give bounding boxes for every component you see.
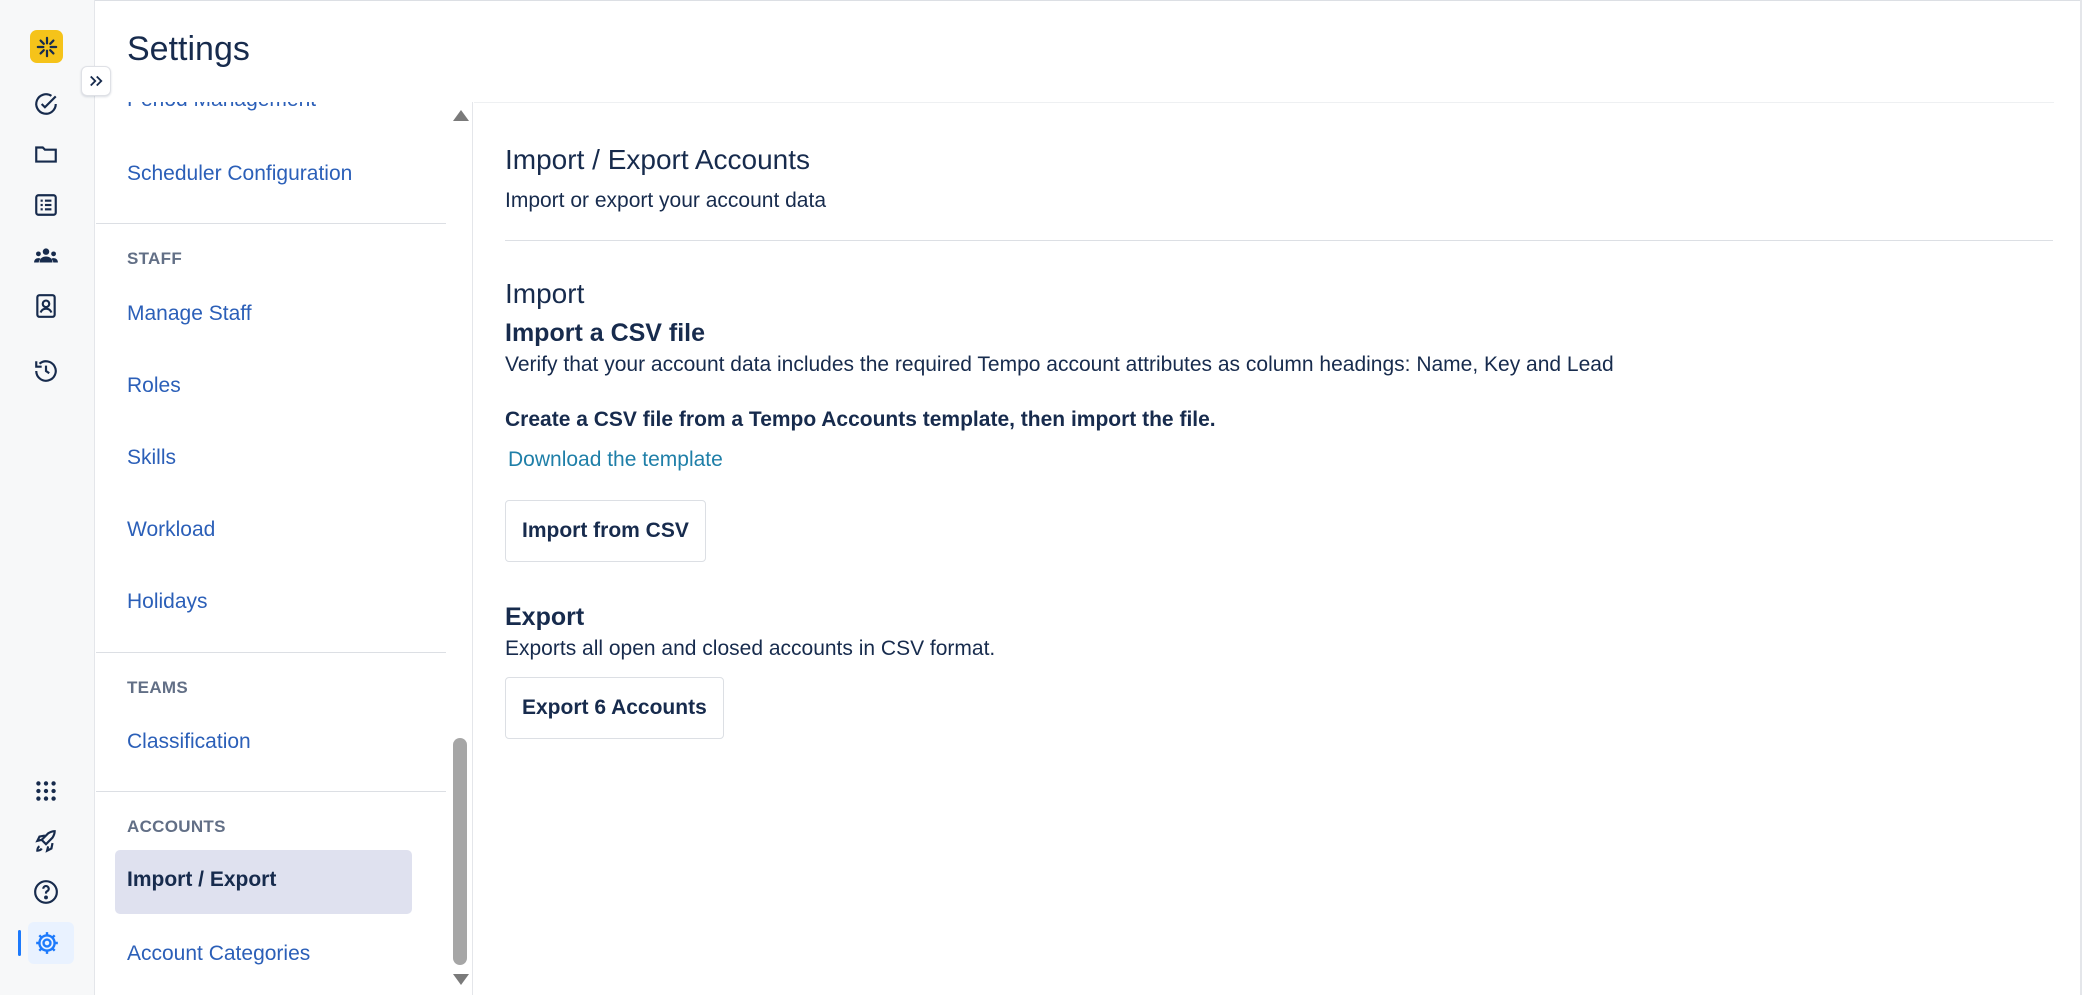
export-heading: Export [505,603,585,631]
team-icon[interactable] [28,238,64,274]
sidebar-item-period-management[interactable]: Period Management [127,102,316,112]
import-from-csv-button[interactable]: Import from CSV [505,500,706,562]
sidebar-item-holidays[interactable]: Holidays [127,590,208,614]
expand-sidebar-button[interactable] [81,66,111,96]
double-chevron-right-icon [90,75,103,87]
active-indicator [18,930,21,956]
scroll-down-arrow-icon[interactable] [453,974,469,985]
scroll-thumb[interactable] [453,738,467,965]
sidebar-section-accounts: ACCOUNTS [127,817,226,836]
list-icon[interactable] [28,187,64,223]
section-divider [505,240,2053,241]
section-title: Import / Export Accounts [505,144,811,175]
check-circle-icon[interactable] [28,86,64,122]
sidebar-item-roles[interactable]: Roles [127,374,181,398]
tempo-logo-icon[interactable] [30,30,63,63]
import-description: Verify that your account data includes t… [505,353,1614,376]
contact-card-icon[interactable] [28,288,64,324]
sidebar-item-scheduler-configuration[interactable]: Scheduler Configuration [127,162,352,186]
sidebar-section-staff: STAFF [127,249,183,268]
sidebar-item-label: Import / Export [127,868,277,891]
sidebar-divider [96,652,446,653]
folder-icon[interactable] [28,136,64,172]
global-nav-rail [0,0,95,995]
page-title: Settings [127,30,250,68]
sidebar-scrollbar[interactable] [450,102,470,995]
section-subtitle: Import or export your account data [505,189,826,212]
sidebar-item-manage-staff[interactable]: Manage Staff [127,302,252,326]
sidebar-divider [96,791,446,792]
history-icon[interactable] [28,353,64,389]
sidebar-item-workload[interactable]: Workload [127,518,215,542]
content-left-border [472,102,473,995]
sidebar-item-account-categories[interactable]: Account Categories [127,942,310,966]
download-template-link[interactable]: Download the template [508,448,723,472]
sidebar-divider [96,223,446,224]
rocket-icon[interactable] [28,824,64,860]
import-instruction: Create a CSV file from a Tempo Accounts … [505,408,1216,431]
settings-sidebar: Period Management Scheduler Configuratio… [96,102,446,995]
apps-grid-icon[interactable] [28,773,64,809]
import-csv-subheading: Import a CSV file [505,319,706,347]
help-icon[interactable] [28,874,64,910]
export-accounts-button[interactable]: Export 6 Accounts [505,677,724,739]
sidebar-item-classification[interactable]: Classification [127,730,251,754]
scroll-up-arrow-icon[interactable] [453,110,469,121]
header-divider [474,102,2054,103]
sidebar-item-skills[interactable]: Skills [127,446,176,470]
sidebar-section-teams: TEAMS [127,678,188,697]
import-heading: Import [505,278,585,309]
settings-gear-icon[interactable] [29,925,65,961]
window-top-border [0,0,2082,1]
export-description: Exports all open and closed accounts in … [505,637,996,660]
